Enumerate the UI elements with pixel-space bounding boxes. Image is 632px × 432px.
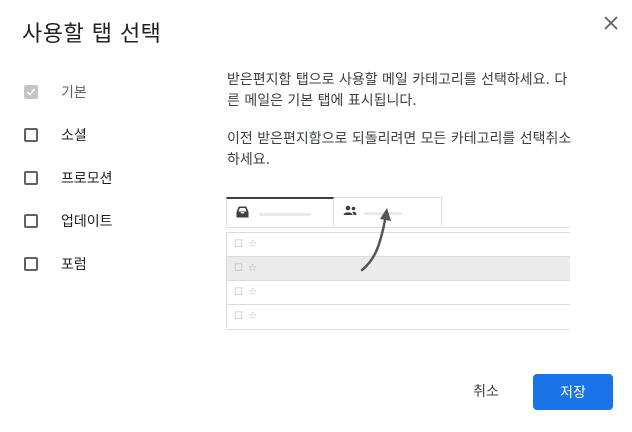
description: 받은편지함 탭으로 사용할 메일 카테고리를 선택하세요. 다른 메일은 기본 … [227, 70, 577, 188]
inbox-illustration: ☐ ☆ ☐ ☆ ☐ ☆ ☐ ☆ [226, 197, 570, 342]
cancel-button[interactable]: 취소 [458, 374, 514, 408]
save-button[interactable]: 저장 [533, 374, 613, 410]
category-label-primary: 기본 [61, 84, 87, 101]
category-checkbox-forums[interactable] [24, 256, 38, 271]
description-text-2: 이전 받은편지함으로 되돌리려면 모든 카테고리를 선택취소하세요. [227, 131, 572, 168]
category-social[interactable]: 소셜 [22, 113, 113, 156]
category-label-social[interactable]: 소셜 [61, 125, 87, 145]
category-label-forums[interactable]: 포럼 [61, 254, 87, 274]
category-checkbox-social[interactable] [24, 127, 38, 142]
category-promotions[interactable]: 프로모션 [22, 156, 113, 199]
category-primary: 기본 [22, 70, 113, 113]
category-label-promotions[interactable]: 프로모션 [61, 168, 113, 188]
dialog-title: 사용할 탭 선택 [22, 22, 162, 47]
curved-arrow-icon [360, 208, 391, 272]
category-forums[interactable]: 포럼 [22, 242, 113, 285]
tab-selection-dialog: 사용할 탭 선택 기본 소셜 프로모션 업데이트 포럼 받은편지함 탭으로 사용… [0, 0, 632, 432]
close-icon [604, 16, 618, 30]
category-checkbox-updates[interactable] [24, 213, 38, 228]
category-checkbox-promotions[interactable] [24, 170, 38, 185]
description-text-1: 받은편지함 탭으로 사용할 메일 카테고리를 선택하세요. 다른 메일은 기본 … [227, 72, 568, 109]
category-updates[interactable]: 업데이트 [22, 199, 113, 242]
category-list: 기본 소셜 프로모션 업데이트 포럼 [22, 70, 113, 285]
category-label-updates[interactable]: 업데이트 [61, 211, 113, 231]
category-checkbox-primary [24, 84, 38, 99]
close-button[interactable] [598, 10, 624, 36]
checkmark-icon [26, 87, 36, 96]
